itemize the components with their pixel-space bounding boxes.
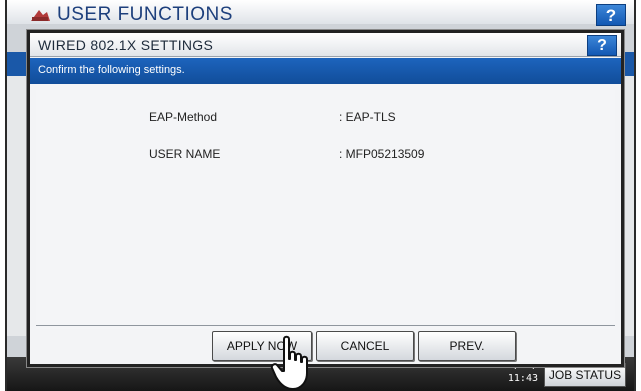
background-title: USER FUNCTIONS [57, 4, 233, 25]
background-header: USER FUNCTIONS ? [7, 0, 634, 26]
touch-panel-screen: USER FUNCTIONS ? 2011/06/16 11:43 JOB ST… [5, 0, 636, 391]
cancel-button[interactable]: CANCEL [316, 331, 414, 361]
eap-method-value: : EAP-TLS [339, 110, 396, 124]
hand-pointer-icon [270, 335, 308, 390]
dialog-title-bar: WIRED 802.1X SETTINGS ? [30, 33, 621, 57]
user-functions-logo-icon [31, 10, 50, 21]
settings-summary: EAP-Method : EAP-TLS USER NAME : MFP0521… [36, 90, 615, 329]
clock-time: 11:43 [507, 373, 538, 384]
wired-8021x-settings-dialog: WIRED 802.1X SETTINGS ? Confirm the foll… [27, 30, 624, 367]
dialog-title: WIRED 802.1X SETTINGS [38, 37, 214, 53]
user-name-value: : MFP05213509 [339, 147, 425, 161]
message-bar: Confirm the following settings. [30, 58, 621, 84]
prev-button[interactable]: PREV. [418, 331, 516, 361]
dialog-help-button[interactable]: ? [587, 35, 617, 56]
button-divider [36, 325, 615, 326]
message-text: Confirm the following settings. [38, 64, 185, 76]
background-help-button[interactable]: ? [596, 4, 626, 26]
user-name-label: USER NAME [149, 147, 221, 161]
eap-method-label: EAP-Method [149, 110, 218, 124]
